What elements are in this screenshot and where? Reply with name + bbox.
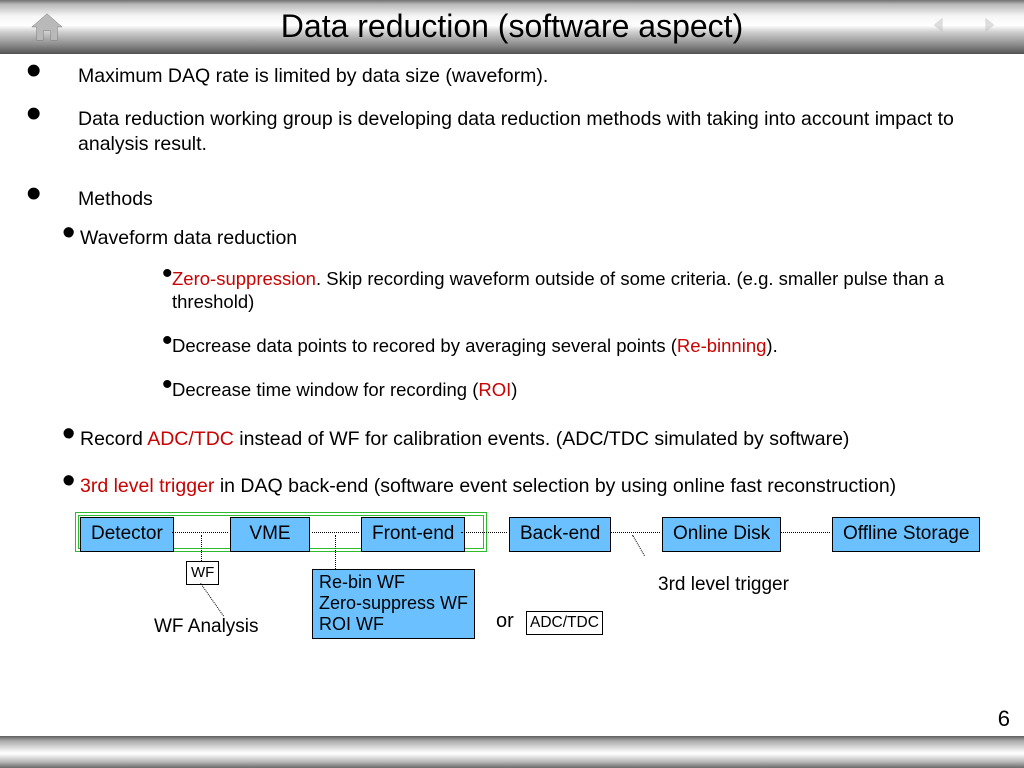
label-3rd-level-trigger: 3rd level trigger: [658, 573, 789, 597]
highlight-roi: ROI: [478, 379, 511, 400]
bullet-3a1: • Zero-suppression. Skip recording wavef…: [62, 267, 1004, 314]
slide-body: • Maximum DAQ rate is limited by data si…: [0, 54, 1024, 697]
highlight-adctdc: ADC/TDC: [147, 428, 234, 450]
bullet-text: Data reduction working group is developi…: [78, 103, 1004, 157]
box-backend: Back-end: [509, 517, 611, 551]
box-offlinestorage: Offline Storage: [832, 517, 980, 551]
dash-2: [312, 532, 359, 533]
bullet-text: Methods: [78, 183, 1004, 212]
highlight-3rd-level-trigger: 3rd level trigger: [80, 475, 214, 497]
bullet-dot: •: [20, 425, 80, 452]
label-wf: WF: [186, 561, 219, 584]
dash-wf-down: [201, 535, 202, 561]
bullet-dot: •: [62, 334, 172, 358]
bullet-dot: •: [62, 267, 172, 314]
next-arrow-icon[interactable]: [978, 14, 1000, 41]
bullet-dot: •: [20, 472, 80, 499]
bullet-3b: • Record ADC/TDC instead of WF for calib…: [20, 425, 1004, 452]
bullet-text: Record ADC/TDC instead of WF for calibra…: [80, 425, 1004, 452]
prev-arrow-icon[interactable]: [928, 14, 950, 41]
label-or: or: [496, 609, 514, 635]
bullet-text: Decrease time window for recording (ROI): [172, 378, 1004, 402]
dash-trigger-slant: [632, 535, 645, 556]
flow-diagram: Detector VME Front-end Back-end Online D…: [80, 517, 1004, 697]
dash-5: [780, 532, 830, 533]
label-wf-analysis: WF Analysis: [154, 615, 259, 639]
bullet-text: Maximum DAQ rate is limited by data size…: [78, 60, 1004, 89]
bullet-2: • Data reduction working group is develo…: [20, 103, 1004, 157]
bullet-text: Waveform data reduction: [80, 224, 1004, 251]
bullet-3a3: • Decrease time window for recording (RO…: [62, 378, 1004, 402]
bullet-3a2: • Decrease data points to recored by ave…: [62, 334, 1004, 358]
dash-1: [172, 532, 228, 533]
box-adctdc: ADC/TDC: [526, 611, 603, 635]
bullet-text: 3rd level trigger in DAQ back-end (softw…: [80, 472, 1004, 499]
nav-arrows: [928, 14, 1000, 41]
bullet-text: Decrease data points to recored by avera…: [172, 334, 1004, 358]
bullet-1: • Maximum DAQ rate is limited by data si…: [20, 60, 1004, 89]
box-vme: VME: [230, 517, 310, 551]
bullet-dot: •: [62, 378, 172, 402]
dash-rebin-down: [335, 535, 336, 569]
bullet-3c: • 3rd level trigger in DAQ back-end (sof…: [20, 472, 1004, 499]
highlight-zero-suppression: Zero-suppression: [172, 268, 316, 289]
header-bar: Data reduction (software aspect): [0, 0, 1024, 54]
dash-4: [610, 532, 660, 533]
page-number: 6: [998, 706, 1010, 732]
bullet-dot: •: [20, 183, 78, 212]
box-frontend: Front-end: [361, 517, 465, 551]
bullet-3a: • Waveform data reduction: [20, 224, 1004, 251]
box-detector: Detector: [80, 517, 174, 551]
dash-wf-slant: [200, 583, 224, 616]
highlight-rebinning: Re-binning: [677, 335, 766, 356]
bullet-dot: •: [20, 103, 78, 157]
bullet-3: • Methods: [20, 183, 1004, 212]
bullet-text: Zero-suppression. Skip recording wavefor…: [172, 267, 1004, 314]
footer-bar: [0, 736, 1024, 768]
bullet-dot: •: [20, 60, 78, 89]
box-onlinedisk: Online Disk: [662, 517, 781, 551]
box-rebin: Re-bin WF Zero-suppress WF ROI WF: [312, 569, 475, 639]
dash-3: [461, 532, 507, 533]
bullet-dot: •: [20, 224, 80, 251]
slide-title: Data reduction (software aspect): [0, 8, 1024, 45]
